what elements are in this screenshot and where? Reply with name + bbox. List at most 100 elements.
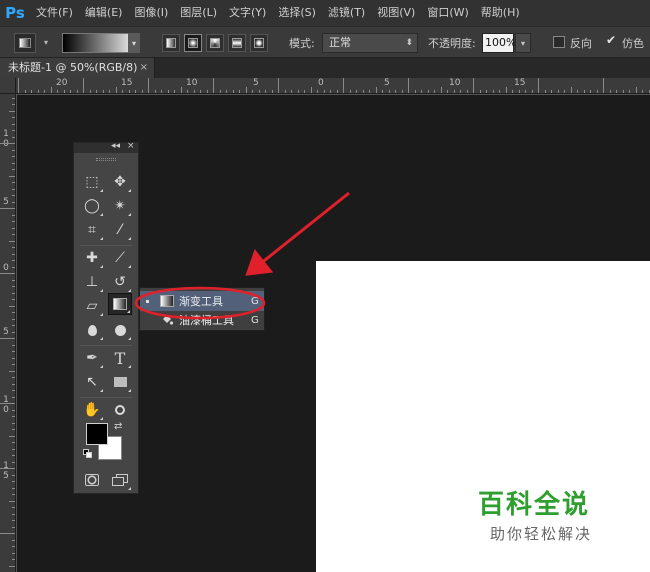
document-tab-bar: 未标题-1 @ 50%(RGB/8) × bbox=[0, 58, 650, 78]
ruler-tick bbox=[76, 90, 78, 93]
ruler-tick bbox=[122, 90, 123, 93]
ruler-tick bbox=[362, 90, 364, 93]
foreground-color-swatch[interactable] bbox=[86, 423, 108, 445]
menu-file[interactable]: 文件(F) bbox=[30, 0, 79, 26]
lasso-tool[interactable]: ◯ bbox=[80, 195, 104, 217]
flyout-item-paint-bucket-tool[interactable]: 油漆桶工具 G bbox=[140, 310, 264, 330]
ruler-tick bbox=[12, 455, 15, 456]
eyedropper-tool[interactable]: ⁄ bbox=[108, 219, 132, 241]
gradient-preset-icon bbox=[19, 38, 31, 48]
healing-brush-tool[interactable]: ✚ bbox=[80, 247, 104, 269]
mode-select[interactable]: 正常 ⬍ bbox=[322, 33, 418, 53]
ruler-tick bbox=[12, 351, 15, 352]
dodge-tool[interactable] bbox=[108, 319, 132, 341]
shape-tool[interactable] bbox=[108, 371, 132, 393]
menu-layer[interactable]: 图层(L) bbox=[174, 0, 223, 26]
diamond-gradient-button[interactable] bbox=[250, 34, 268, 52]
document-tab[interactable]: 未标题-1 @ 50%(RGB/8) × bbox=[0, 58, 155, 78]
reverse-checkbox[interactable] bbox=[553, 36, 565, 48]
type-tool[interactable]: T bbox=[108, 347, 132, 369]
menu-window[interactable]: 窗口(W) bbox=[421, 0, 474, 26]
flyout-item-gradient-tool[interactable]: 渐变工具 G bbox=[140, 291, 264, 311]
ruler-tick bbox=[427, 90, 429, 93]
eraser-tool[interactable]: ▱ bbox=[80, 295, 104, 317]
path-selection-tool[interactable]: ↖ bbox=[80, 371, 104, 393]
menu-filter[interactable]: 滤镜(T) bbox=[322, 0, 371, 26]
close-icon[interactable]: × bbox=[127, 141, 135, 151]
ruler-tick-label: 0 bbox=[3, 263, 9, 273]
quick-mask-button[interactable] bbox=[80, 469, 104, 491]
hand-tool[interactable]: ✋ bbox=[80, 399, 104, 421]
dither-checkbox[interactable] bbox=[605, 33, 617, 48]
zoom-tool[interactable] bbox=[108, 399, 132, 421]
clone-stamp-tool[interactable]: ⊥ bbox=[80, 271, 104, 293]
ruler-tick bbox=[564, 90, 565, 93]
screen-mode-button[interactable] bbox=[108, 469, 132, 491]
linear-gradient-button[interactable] bbox=[162, 34, 180, 52]
move-tool[interactable]: ✥ bbox=[108, 171, 132, 193]
ruler-tick bbox=[12, 396, 15, 398]
horizontal-ruler: 20 15 10 5 0 5 10 15 bbox=[16, 78, 650, 94]
crop-tool[interactable]: ⌗ bbox=[80, 219, 104, 241]
ruler-tick bbox=[161, 90, 162, 93]
ruler-tick bbox=[9, 500, 15, 502]
collapse-panel-icon[interactable]: ◂◂ bbox=[111, 141, 120, 151]
blur-icon bbox=[87, 324, 97, 336]
ruler-tick bbox=[167, 90, 169, 93]
gradient-tool[interactable] bbox=[108, 293, 132, 315]
swap-colors-icon[interactable]: ⇄ bbox=[114, 421, 122, 432]
ruler-tick bbox=[590, 90, 591, 93]
ruler-tick bbox=[343, 78, 344, 93]
menu-view[interactable]: 视图(V) bbox=[371, 0, 421, 26]
watermark-subtitle: 助你轻松解决 bbox=[490, 525, 593, 543]
panel-grip[interactable] bbox=[96, 158, 116, 161]
ruler-tick bbox=[12, 559, 15, 560]
pen-tool[interactable]: ✒ bbox=[80, 347, 104, 369]
ruler-origin[interactable] bbox=[0, 78, 16, 94]
rectangular-marquee-tool[interactable]: ⬚ bbox=[80, 171, 104, 193]
menu-select[interactable]: 选择(S) bbox=[272, 0, 322, 26]
ruler-tick bbox=[18, 78, 19, 93]
ruler-tick bbox=[12, 299, 15, 300]
tools-panel-header[interactable]: ◂◂ × bbox=[74, 141, 138, 153]
opacity-input[interactable]: 100% bbox=[482, 33, 516, 53]
ruler-tick bbox=[9, 240, 15, 242]
angle-gradient-button[interactable] bbox=[206, 34, 224, 52]
brush-tool[interactable]: ⟋ bbox=[108, 247, 132, 269]
ruler-tick bbox=[12, 539, 15, 541]
opacity-slider-chevron-icon[interactable]: ▾ bbox=[515, 33, 531, 53]
ruler-tick bbox=[9, 435, 15, 437]
ruler-tick bbox=[12, 526, 15, 528]
menu-help[interactable]: 帮助(H) bbox=[475, 0, 526, 26]
ruler-tick bbox=[460, 90, 461, 93]
ruler-tick bbox=[115, 87, 117, 93]
default-colors-icon[interactable] bbox=[83, 449, 92, 458]
ruler-tick bbox=[12, 546, 15, 547]
ruler-tick bbox=[349, 90, 351, 93]
chevron-down-icon[interactable]: ▾ bbox=[44, 38, 48, 47]
ruler-tick bbox=[37, 90, 39, 93]
ruler-tick bbox=[12, 461, 15, 463]
ruler-tick bbox=[50, 87, 52, 93]
ruler-tick bbox=[525, 90, 526, 93]
ruler-tick bbox=[12, 377, 15, 378]
flyout-item-shortcut: G bbox=[251, 314, 259, 326]
ruler-tick bbox=[453, 90, 455, 93]
ruler-tick bbox=[12, 507, 15, 508]
radial-gradient-button[interactable] bbox=[184, 34, 202, 52]
menu-edit[interactable]: 编辑(E) bbox=[79, 0, 129, 26]
menu-image[interactable]: 图像(I) bbox=[128, 0, 174, 26]
history-brush-tool[interactable]: ↺ bbox=[108, 271, 132, 293]
gradient-picker-chevron-icon[interactable]: ▾ bbox=[128, 33, 140, 53]
ruler-tick bbox=[31, 90, 32, 93]
ruler-tick-label: 15 bbox=[514, 78, 526, 88]
reflected-gradient-button[interactable] bbox=[228, 34, 246, 52]
ruler-tick bbox=[44, 90, 45, 93]
blur-tool[interactable] bbox=[80, 319, 104, 341]
menu-type[interactable]: 文字(Y) bbox=[223, 0, 272, 26]
tool-preset-picker[interactable] bbox=[14, 33, 36, 53]
close-icon[interactable]: × bbox=[140, 58, 148, 78]
magic-wand-tool[interactable]: ✴ bbox=[108, 195, 132, 217]
screen-mode-icon bbox=[112, 474, 128, 486]
ruler-tick bbox=[317, 90, 318, 93]
